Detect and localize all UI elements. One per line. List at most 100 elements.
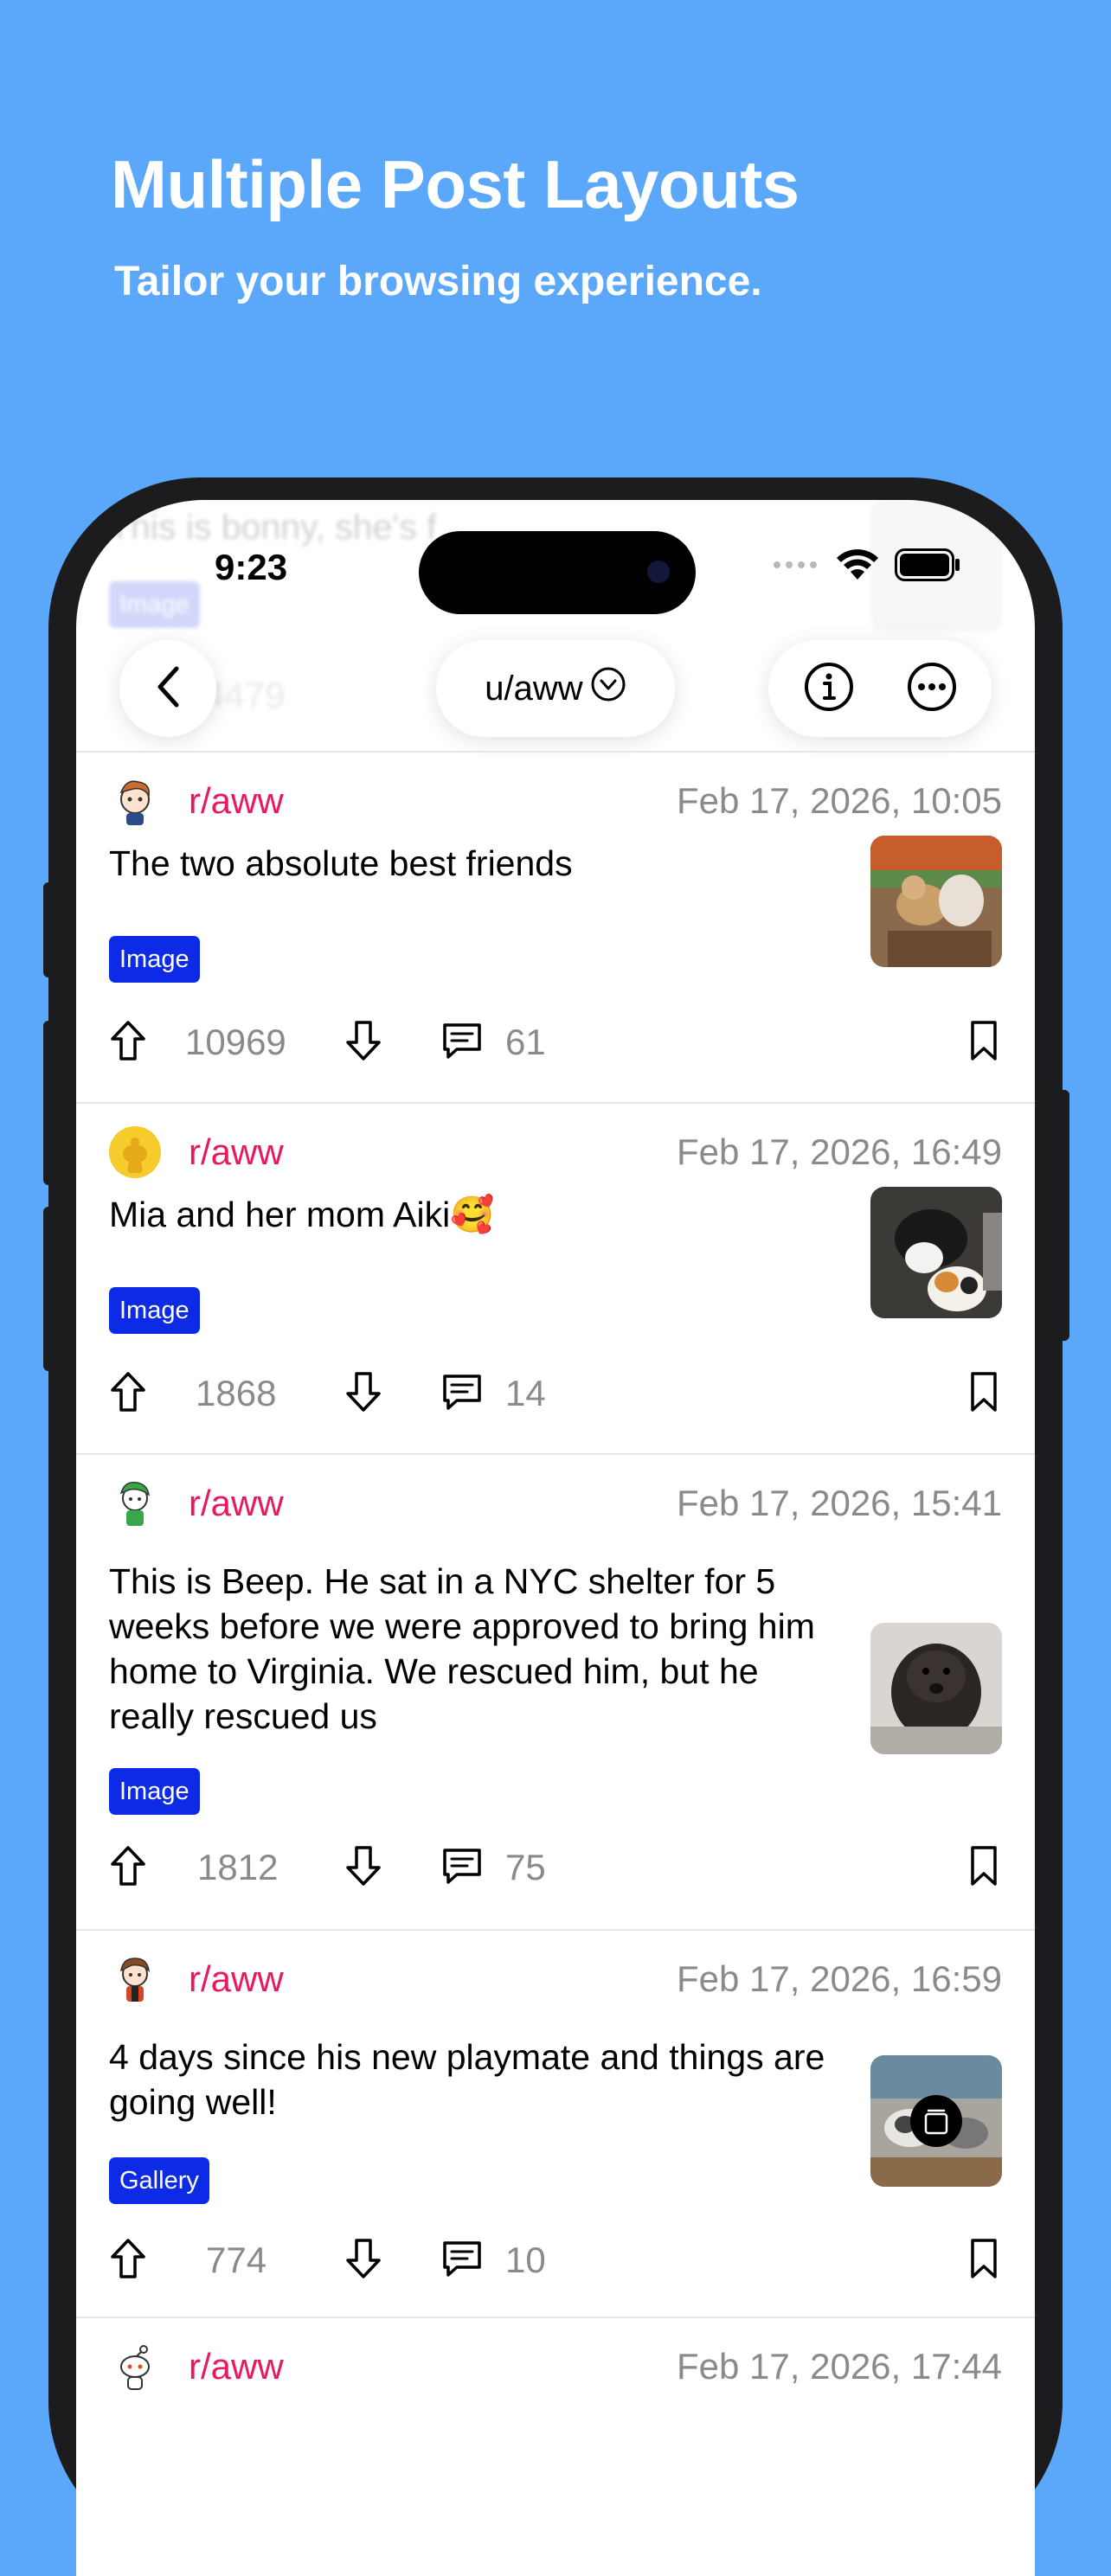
downvote-icon [344,2238,382,2284]
subreddit-link[interactable]: r/aww [189,780,284,822]
downvote-icon [344,1020,382,1066]
comment-icon [441,1847,483,1889]
post-title[interactable]: Mia and her mom Aiki🥰 [109,1192,836,1237]
post-item[interactable]: r/aww Feb 17, 2026, 15:41 This is Beep. … [76,1455,1035,1931]
camera-icon [647,561,670,583]
post-date: Feb 17, 2026, 15:41 [677,1483,1002,1523]
comment-icon [441,2240,483,2282]
bookmark-button[interactable] [969,1837,999,1898]
chevron-left-icon [153,665,183,713]
vote-count: 1868 [196,1373,277,1413]
vote-count: 10969 [185,1022,286,1062]
wifi-icon [836,548,879,586]
downvote-button[interactable] [344,1012,382,1073]
post-title[interactable]: 4 days since his new playmate and things… [109,2035,836,2124]
back-button[interactable] [119,640,216,737]
comment-icon [441,1022,483,1064]
vote-count: 1812 [197,1847,279,1887]
post-date: Feb 17, 2026, 16:59 [677,1958,1002,1999]
post-type-badge: Image [109,1287,200,1334]
post-item[interactable]: r/aww Feb 17, 2026, 10:05 The two absolu… [76,753,1035,1104]
post-actions: 1868 14 [109,1363,1002,1424]
downvote-button[interactable] [344,1363,382,1424]
ghost-count: 4479 [204,675,286,715]
avatar[interactable] [109,2341,161,2393]
post-header: r/aww Feb 17, 2026, 17:44 [109,2337,1002,2393]
nav-title: u/aww [485,669,583,708]
avatar[interactable] [109,1477,161,1529]
bookmark-button[interactable] [969,2230,999,2291]
bookmark-button[interactable] [969,1012,999,1073]
status-bar: 9:23 [76,500,1035,614]
post-date: Feb 17, 2026, 16:49 [677,1131,1002,1172]
upvote-button[interactable] [109,1012,147,1073]
subreddit-link[interactable]: r/aww [189,1958,284,2000]
vote-count: 774 [206,2240,267,2280]
post-type-badge: Image [109,936,200,983]
promo-subtitle: Tailor your browsing experience. [114,259,762,304]
post-feed: r/aww Feb 17, 2026, 10:05 The two absolu… [76,753,1035,2422]
upvote-icon [109,2238,147,2284]
post-thumbnail[interactable] [870,1187,1002,1318]
post-actions: 10969 61 [109,1012,1002,1073]
upvote-icon [109,1845,147,1891]
post-header: r/aww Feb 17, 2026, 16:59 [109,1950,1002,2005]
post-date: Feb 17, 2026, 17:44 [677,2346,1002,2387]
more-icon[interactable] [906,661,958,717]
comments-button[interactable]: 10 [441,2230,546,2291]
post-header: r/aww Feb 17, 2026, 10:05 [109,772,1002,827]
comments-button[interactable]: 14 [441,1363,546,1424]
post-thumbnail[interactable] [870,2055,1002,2187]
status-icons [772,548,960,586]
post-item[interactable]: r/aww Feb 17, 2026, 16:49 Mia and her mo… [76,1104,1035,1455]
phone-side-button [43,1021,55,1185]
downvote-icon [344,1845,382,1891]
comment-count: 14 [505,1373,546,1413]
post-thumbnail[interactable] [870,1623,1002,1754]
post-item[interactable]: r/aww Feb 17, 2026, 17:44 [76,2318,1035,2422]
post-header: r/aww Feb 17, 2026, 16:49 [109,1123,1002,1178]
post-title[interactable]: The two absolute best friends [109,841,836,886]
comment-count: 75 [505,1847,546,1887]
post-item[interactable]: r/aww Feb 17, 2026, 16:59 4 days since h… [76,1931,1035,2318]
post-thumbnail[interactable] [870,836,1002,967]
post-actions: 774 10 [109,2230,1002,2291]
status-time: 9:23 [215,547,288,587]
downvote-icon [344,1371,382,1417]
post-type-badge: Image [109,1768,200,1815]
downvote-button[interactable] [344,1837,382,1898]
subreddit-title-menu[interactable]: u/aww [436,640,675,737]
info-icon[interactable] [803,661,855,717]
promo-title: Multiple Post Layouts [111,146,800,222]
comments-button[interactable]: 61 [441,1012,546,1073]
upvote-icon [109,1020,147,1066]
phone-side-button [43,1207,55,1371]
comment-icon [441,1373,483,1415]
subreddit-link[interactable]: r/aww [189,1131,284,1173]
comment-count: 61 [505,1022,546,1062]
post-date: Feb 17, 2026, 10:05 [677,780,1002,821]
cellular-signal-icon [772,559,820,575]
bookmark-icon [969,1371,999,1417]
bookmark-icon [969,1020,999,1066]
upvote-button[interactable] [109,1363,147,1424]
post-type-badge: Gallery [109,2157,209,2204]
upvote-icon [109,1371,147,1417]
avatar[interactable] [109,1126,161,1178]
comments-button[interactable]: 75 [441,1837,546,1898]
post-actions: 1812 75 [109,1837,1002,1898]
downvote-button[interactable] [344,2230,382,2291]
battery-icon [895,548,960,586]
avatar[interactable] [109,775,161,827]
bookmark-icon [969,2238,999,2284]
upvote-button[interactable] [109,1837,147,1898]
upvote-button[interactable] [109,2230,147,2291]
subreddit-link[interactable]: r/aww [189,1483,284,1524]
comment-count: 10 [505,2240,546,2280]
avatar[interactable] [109,1953,161,2005]
phone-side-button [43,882,55,977]
post-title[interactable]: This is Beep. He sat in a NYC shelter fo… [109,1559,836,1739]
app-screen: This is bonny, she's f Image 4479 9:23 u… [76,500,1035,2576]
subreddit-link[interactable]: r/aww [189,2346,284,2387]
bookmark-button[interactable] [969,1363,999,1424]
